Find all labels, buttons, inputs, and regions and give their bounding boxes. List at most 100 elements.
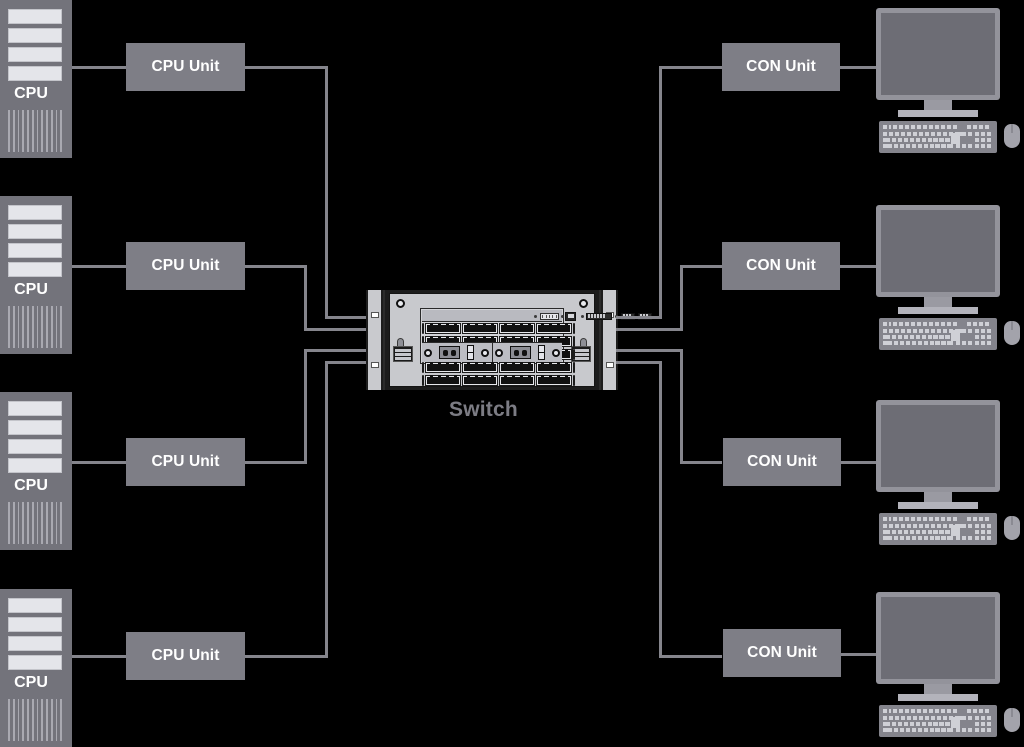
con-unit-box-3[interactable]: CON Unit [723, 438, 841, 486]
con-unit-box-1[interactable]: CON Unit [722, 43, 840, 91]
rj45-port[interactable] [472, 362, 480, 371]
keyboard-icon [879, 705, 997, 737]
rj45-port[interactable] [554, 323, 562, 332]
rj45-port[interactable] [443, 323, 451, 332]
vga-port[interactable] [540, 312, 559, 320]
rj45-port[interactable] [509, 375, 517, 384]
port-card[interactable] [462, 375, 498, 386]
rj45-port[interactable] [480, 362, 488, 371]
network-port[interactable] [565, 311, 576, 321]
rj45-port[interactable] [427, 375, 435, 384]
rj45-port[interactable] [538, 375, 546, 384]
rj45-port[interactable] [451, 362, 459, 371]
port-card[interactable] [425, 375, 461, 386]
rj45-port[interactable] [501, 323, 509, 332]
port-card[interactable] [425, 323, 461, 334]
rj45-port[interactable] [562, 336, 570, 345]
cpu-unit-box-1[interactable]: CPU Unit [126, 43, 245, 91]
power-switch[interactable] [537, 345, 545, 360]
rj45-port[interactable] [451, 323, 459, 332]
link-tower3-cpuunit3 [72, 461, 126, 464]
rj45-port[interactable] [554, 362, 562, 371]
card-ejector-lever[interactable] [573, 362, 575, 373]
cpu-unit-box-2[interactable]: CPU Unit [126, 242, 245, 290]
rj45-port[interactable] [546, 323, 554, 332]
rj45-port[interactable] [517, 323, 525, 332]
rj45-port[interactable] [546, 375, 554, 384]
card-ejector-lever[interactable] [573, 375, 575, 386]
port-card[interactable] [536, 323, 572, 334]
port-card[interactable] [536, 362, 572, 373]
rj45-port[interactable] [464, 362, 472, 371]
port-card-row [422, 361, 575, 374]
power-switch[interactable] [467, 345, 475, 360]
rj45-port[interactable] [562, 362, 570, 371]
drive-bay [8, 224, 62, 239]
cpu-unit-box-3[interactable]: CPU Unit [126, 438, 245, 486]
mouse-icon [1004, 124, 1020, 148]
monitor-icon [876, 400, 1000, 492]
rj45-port[interactable] [464, 375, 472, 384]
cpu-unit-box-4[interactable]: CPU Unit [126, 632, 245, 680]
rj45-port[interactable] [525, 323, 533, 332]
port-card[interactable] [499, 362, 535, 373]
iec-power-socket[interactable] [439, 346, 461, 359]
route-conunit3-h1 [616, 349, 682, 352]
port-card[interactable] [536, 375, 572, 386]
card-ejector-lever[interactable] [573, 349, 575, 360]
rj45-port[interactable] [443, 362, 451, 371]
rj45-port[interactable] [435, 375, 443, 384]
rj45-port[interactable] [509, 362, 517, 371]
rj45-port[interactable] [443, 375, 451, 384]
matrix-switch-device[interactable] [366, 290, 652, 390]
rj45-port[interactable] [480, 323, 488, 332]
rj45-port[interactable] [464, 323, 472, 332]
rack-screw-slot [606, 362, 614, 368]
rj45-port[interactable] [501, 362, 509, 371]
rj45-port[interactable] [517, 362, 525, 371]
port-card[interactable] [462, 362, 498, 373]
port-card[interactable] [499, 375, 535, 386]
rj45-port[interactable] [546, 362, 554, 371]
port-card-row [422, 322, 575, 335]
rj45-port[interactable] [538, 323, 546, 332]
rj45-port[interactable] [427, 323, 435, 332]
rj45-port[interactable] [488, 323, 496, 332]
iec-power-socket[interactable] [509, 346, 531, 359]
rj45-port[interactable] [435, 362, 443, 371]
rj45-port[interactable] [562, 375, 570, 384]
rj45-port[interactable] [538, 362, 546, 371]
port-card[interactable] [425, 362, 461, 373]
rj45-port[interactable] [525, 362, 533, 371]
rj45-port[interactable] [517, 375, 525, 384]
link-tower4-cpuunit4 [72, 655, 126, 658]
con-unit-box-4[interactable]: CON Unit [723, 629, 841, 677]
route-conunit4-v [659, 361, 662, 658]
monitor-icon [876, 8, 1000, 100]
rj45-port[interactable] [472, 323, 480, 332]
card-ejector-lever[interactable] [573, 336, 575, 347]
rj45-port[interactable] [480, 375, 488, 384]
con-unit-box-2[interactable]: CON Unit [722, 242, 840, 290]
rj45-port[interactable] [554, 375, 562, 384]
rj45-port[interactable] [427, 362, 435, 371]
card-ejector-lever[interactable] [573, 323, 575, 334]
rj45-port[interactable] [562, 323, 570, 332]
rj45-port[interactable] [488, 375, 496, 384]
rj45-port[interactable] [562, 349, 570, 358]
monitor-screen [881, 13, 995, 95]
rj45-port[interactable] [451, 375, 459, 384]
rj45-port[interactable] [488, 362, 496, 371]
card-ejector-lever[interactable] [422, 375, 424, 386]
port-card[interactable] [462, 323, 498, 334]
card-ejector-lever[interactable] [422, 362, 424, 373]
diagram-canvas: CPU CPU CPU CPU CPU Unit CPU Unit CPU Un… [0, 0, 1024, 747]
port-card[interactable] [499, 323, 535, 334]
route-cpuunit1-v [325, 66, 328, 319]
card-ejector-lever[interactable] [422, 323, 424, 334]
rj45-port[interactable] [435, 323, 443, 332]
rj45-port[interactable] [472, 375, 480, 384]
rj45-port[interactable] [525, 375, 533, 384]
rj45-port[interactable] [501, 375, 509, 384]
rj45-port[interactable] [509, 323, 517, 332]
